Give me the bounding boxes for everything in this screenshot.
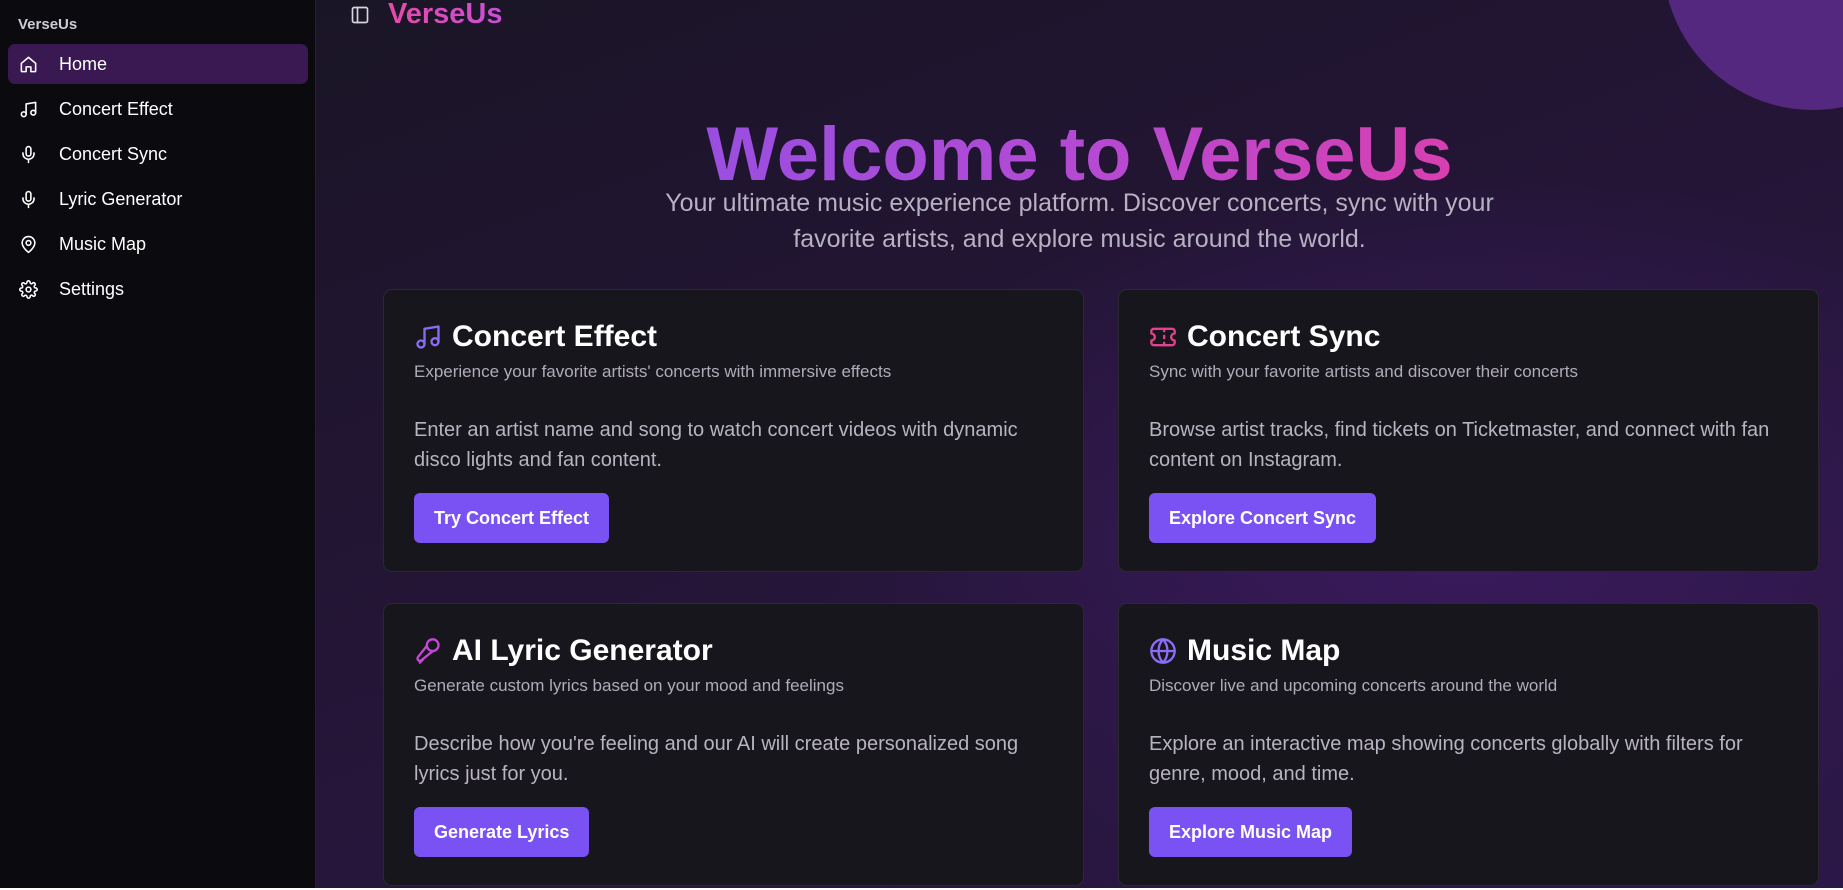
card-subtitle: Experience your favorite artists' concer…	[414, 362, 892, 381]
card-music-map: Music Map Discover live and upcoming con…	[1118, 603, 1819, 886]
sidebar: VerseUs Home Concert Effect Concert Sync	[0, 0, 316, 888]
home-icon	[18, 54, 38, 74]
sidebar-item-settings[interactable]: Settings	[8, 269, 308, 309]
map-pin-icon	[18, 234, 38, 254]
explore-concert-sync-button[interactable]: Explore Concert Sync	[1149, 493, 1377, 543]
card-concert-effect: Concert Effect Experience your favorite …	[383, 289, 1084, 572]
sidebar-item-label: Music Map	[59, 233, 147, 254]
mic-vocal-icon	[414, 637, 442, 665]
app-window: VerseUs Home Concert Effect Concert Sync	[0, 0, 1843, 888]
sidebar-item-lyric-generator[interactable]: Lyric Generator	[8, 179, 308, 219]
globe-icon	[1149, 637, 1177, 665]
sidebar-item-music-map[interactable]: Music Map	[8, 224, 308, 264]
header-brand[interactable]: VerseUs	[388, 0, 503, 31]
sidebar-item-home[interactable]: Home	[8, 44, 308, 84]
card-subtitle: Sync with your favorite artists and disc…	[1149, 362, 1578, 381]
card-title: Music Map	[1187, 634, 1341, 667]
explore-music-map-button[interactable]: Explore Music Map	[1149, 807, 1353, 857]
card-subtitle: Discover live and upcoming concerts arou…	[1149, 676, 1558, 695]
card-subtitle: Generate custom lyrics based on your moo…	[414, 676, 844, 695]
try-concert-effect-button[interactable]: Try Concert Effect	[414, 493, 610, 543]
music-note-icon	[414, 323, 442, 351]
sidebar-item-label: Settings	[59, 278, 125, 299]
microphone-icon	[18, 144, 38, 164]
card-description: Describe how you're feeling and our AI w…	[414, 733, 1019, 785]
card-title: AI Lyric Generator	[452, 634, 713, 667]
sidebar-item-label: Concert Effect	[59, 98, 173, 119]
card-description: Browse artist tracks, find tickets on Ti…	[1149, 419, 1770, 471]
gear-icon	[18, 279, 38, 299]
microphone-icon	[18, 189, 38, 209]
ticket-icon	[1149, 323, 1177, 351]
sidebar-item-label: Concert Sync	[59, 143, 168, 164]
sidebar-toggle-icon[interactable]	[349, 4, 371, 26]
generate-lyrics-button[interactable]: Generate Lyrics	[414, 807, 590, 857]
sidebar-item-label: Home	[59, 53, 108, 74]
card-title: Concert Sync	[1187, 320, 1381, 353]
card-description: Enter an artist name and song to watch c…	[414, 419, 1018, 471]
main-content: VerseUs Welcome to VerseUs Your ultimate…	[316, 0, 1843, 888]
sidebar-item-concert-effect[interactable]: Concert Effect	[8, 89, 308, 129]
card-title: Concert Effect	[452, 320, 658, 353]
card-ai-lyric-generator: AI Lyric Generator Generate custom lyric…	[383, 603, 1084, 886]
sidebar-nav: Home Concert Effect Concert Sync Lyric G…	[8, 44, 308, 314]
sidebar-brand: VerseUs	[18, 16, 78, 33]
card-concert-sync: Concert Sync Sync with your favorite art…	[1118, 289, 1819, 572]
decorative-circle	[1663, 0, 1843, 110]
hero-subtitle: Your ultimate music experience platform.…	[665, 189, 1494, 253]
card-description: Explore an interactive map showing conce…	[1149, 733, 1743, 785]
music-note-icon	[18, 99, 38, 119]
sidebar-item-label: Lyric Generator	[59, 188, 183, 209]
sidebar-item-concert-sync[interactable]: Concert Sync	[8, 134, 308, 174]
